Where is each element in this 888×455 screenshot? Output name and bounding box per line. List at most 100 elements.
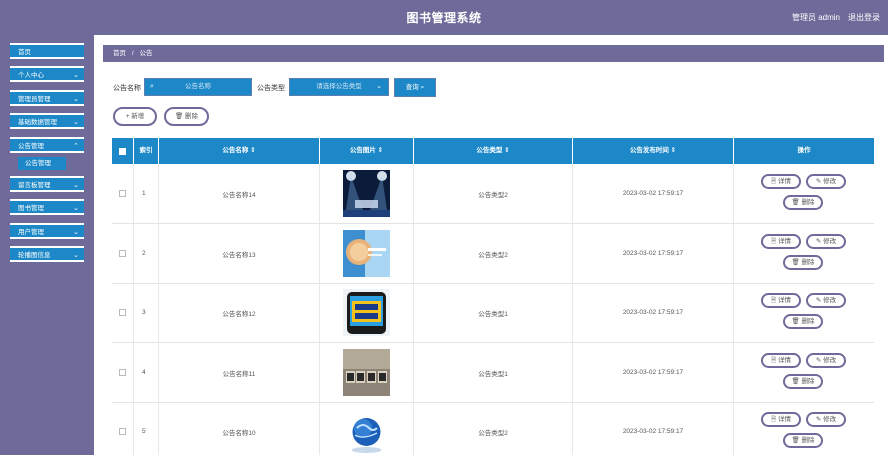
select-all-checkbox[interactable] [119,147,126,155]
detail-label: 详情 [778,357,792,364]
col-type[interactable]: 公告类型 ⇕ [414,138,573,164]
sidebar-item-label: 首页 [18,49,31,56]
edit-label: 修改 [823,357,837,364]
sidebar-item-label: 图书管理 [18,205,44,212]
col-name[interactable]: 公告名称 ⇕ [159,138,320,164]
delete-label: 删除 [801,318,815,325]
input-placeholder: 公告名称 [185,83,211,90]
detail-button[interactable]: 🗎︎ 详情 [761,412,801,427]
detail-label: 详情 [778,238,792,245]
table-row: 4 公告名称11 公告类型1 2023-03-02 17:59:17 🗎︎ 详情 ✎ 修改… [112,343,874,403]
add-label: 新增 [131,113,145,120]
sort-icon: ⇕ [504,147,510,154]
edit-label: 修改 [823,178,837,185]
row-checkbox[interactable] [119,428,126,435]
notice-type-select[interactable]: 请选择公告类型 ⌄ [289,78,389,96]
row-notice-image [320,283,414,342]
edit-button[interactable]: ✎ 修改 [806,174,846,189]
col-time[interactable]: 公告发布时间 ⇕ [573,138,734,164]
row-index: 1 [134,164,159,223]
row-checkbox[interactable] [119,369,126,376]
delete-button[interactable]: 🗑︎ 删除 [783,374,823,389]
select-placeholder: 请选择公告类型 [316,83,362,90]
add-button[interactable]: + 新增 [113,107,157,126]
chevron-down-icon: ⌄ [73,205,79,212]
col-time-label: 公告发布时间 [629,147,669,154]
document-icon: 🗎︎ [770,357,777,364]
row-index: 3 [134,283,159,342]
row-select-cell [112,164,134,223]
row-notice-name: 公告名称11 [159,343,320,402]
sidebar-item-personal[interactable]: 个人中心 ⌄ [10,66,84,82]
detail-label: 详情 [778,178,792,185]
col-image[interactable]: 公告图片 ⇕ [320,138,414,164]
row-index: 5 [134,402,159,455]
document-icon: 🗎︎ [770,297,777,304]
query-button[interactable]: 查询 ⌕ [394,78,436,97]
trash-icon: 🗑︎ [791,318,800,325]
breadcrumb-home[interactable]: 首页 [113,50,126,57]
sidebar-item-label: 公告管理 [18,143,44,150]
row-notice-image [320,343,414,402]
row-notice-image [320,224,414,283]
sidebar-item-carousel[interactable]: 轮播图信息 ⌄ [10,246,84,262]
edit-button[interactable]: ✎ 修改 [806,412,846,427]
notice-name-label: 公告名称 [113,85,141,92]
sidebar-subitem-notice-manage[interactable]: 公告管理 [18,157,66,170]
row-select-cell [112,343,134,402]
sidebar-item-books[interactable]: 图书管理 ⌄ [10,199,84,215]
sidebar-item-label: 个人中心 [18,72,44,79]
detail-button[interactable]: 🗎︎ 详情 [761,353,801,368]
detail-button[interactable]: 🗎︎ 详情 [761,174,801,189]
trash-icon: 🗑︎ [791,437,800,444]
notice-name-input[interactable]: ⌕ 公告名称 [144,78,252,96]
sidebar-item-home[interactable]: 首页 [10,43,84,59]
row-actions: 🗎︎ 详情 ✎ 修改 🗑︎ 删除 [734,343,874,402]
row-notice-type: 公告类型1 [414,343,573,402]
row-notice-image [320,402,414,455]
row-notice-type: 公告类型2 [414,402,573,455]
row-actions: 🗎︎ 详情 ✎ 修改 🗑︎ 删除 [734,283,874,342]
chevron-down-icon: ⌄ [73,252,79,259]
detail-button[interactable]: 🗎︎ 详情 [761,234,801,249]
table-header: 索引 公告名称 ⇕ 公告图片 ⇕ 公告类型 ⇕ 公告发布时间 ⇕ 操作 [112,138,874,164]
col-name-label: 公告名称 [222,147,249,154]
edit-button[interactable]: ✎ 修改 [806,353,846,368]
pencil-icon: ✎ [815,416,822,423]
delete-button[interactable]: 🗑︎ 删除 [783,255,823,270]
chevron-down-icon: ⌄ [376,83,382,90]
row-select-cell [112,283,134,342]
row-checkbox[interactable] [119,190,126,197]
row-checkbox[interactable] [119,250,126,257]
sort-icon: ⇕ [250,147,256,154]
delete-button[interactable]: 🗑︎ 删除 [783,433,823,448]
row-notice-name: 公告名称12 [159,283,320,342]
breadcrumb-current: 公告 [139,50,153,57]
sidebar-item-users[interactable]: 用户管理 ⌄ [10,223,84,239]
row-notice-image [320,164,414,223]
col-type-label: 公告类型 [476,147,503,154]
edit-button[interactable]: ✎ 修改 [806,234,846,249]
chevron-down-icon: ⌄ [73,182,79,189]
delete-label: 删除 [801,378,815,385]
row-checkbox[interactable] [119,309,126,316]
edit-button[interactable]: ✎ 修改 [806,293,846,308]
bulk-delete-button[interactable]: 🗑︎ 删除 [164,107,209,126]
trash-icon: 🗑︎ [791,199,800,206]
row-notice-time: 2023-03-02 17:59:17 [573,283,734,342]
delete-button[interactable]: 🗑︎ 删除 [783,195,823,210]
row-notice-time: 2023-03-02 17:59:17 [573,402,734,455]
row-notice-name: 公告名称10 [159,402,320,455]
sidebar-item-label: 基础数据管理 [18,119,57,126]
sidebar-item-admin[interactable]: 管理员管理 ⌄ [10,90,84,106]
sidebar-item-message-board[interactable]: 留言板管理 ⌄ [10,176,84,192]
delete-button[interactable]: 🗑︎ 删除 [783,314,823,329]
sidebar-item-basic-data[interactable]: 基础数据管理 ⌄ [10,113,84,129]
row-notice-time: 2023-03-02 17:59:17 [573,343,734,402]
row-notice-name: 公告名称14 [159,164,320,223]
search-icon: ⌕ [150,83,154,90]
chevron-down-icon: ⌄ [73,96,79,103]
sidebar-item-notice[interactable]: 公告管理 ⌃ [10,137,84,153]
logout-link[interactable]: 退出登录 [848,12,880,23]
detail-button[interactable]: 🗎︎ 详情 [761,293,801,308]
